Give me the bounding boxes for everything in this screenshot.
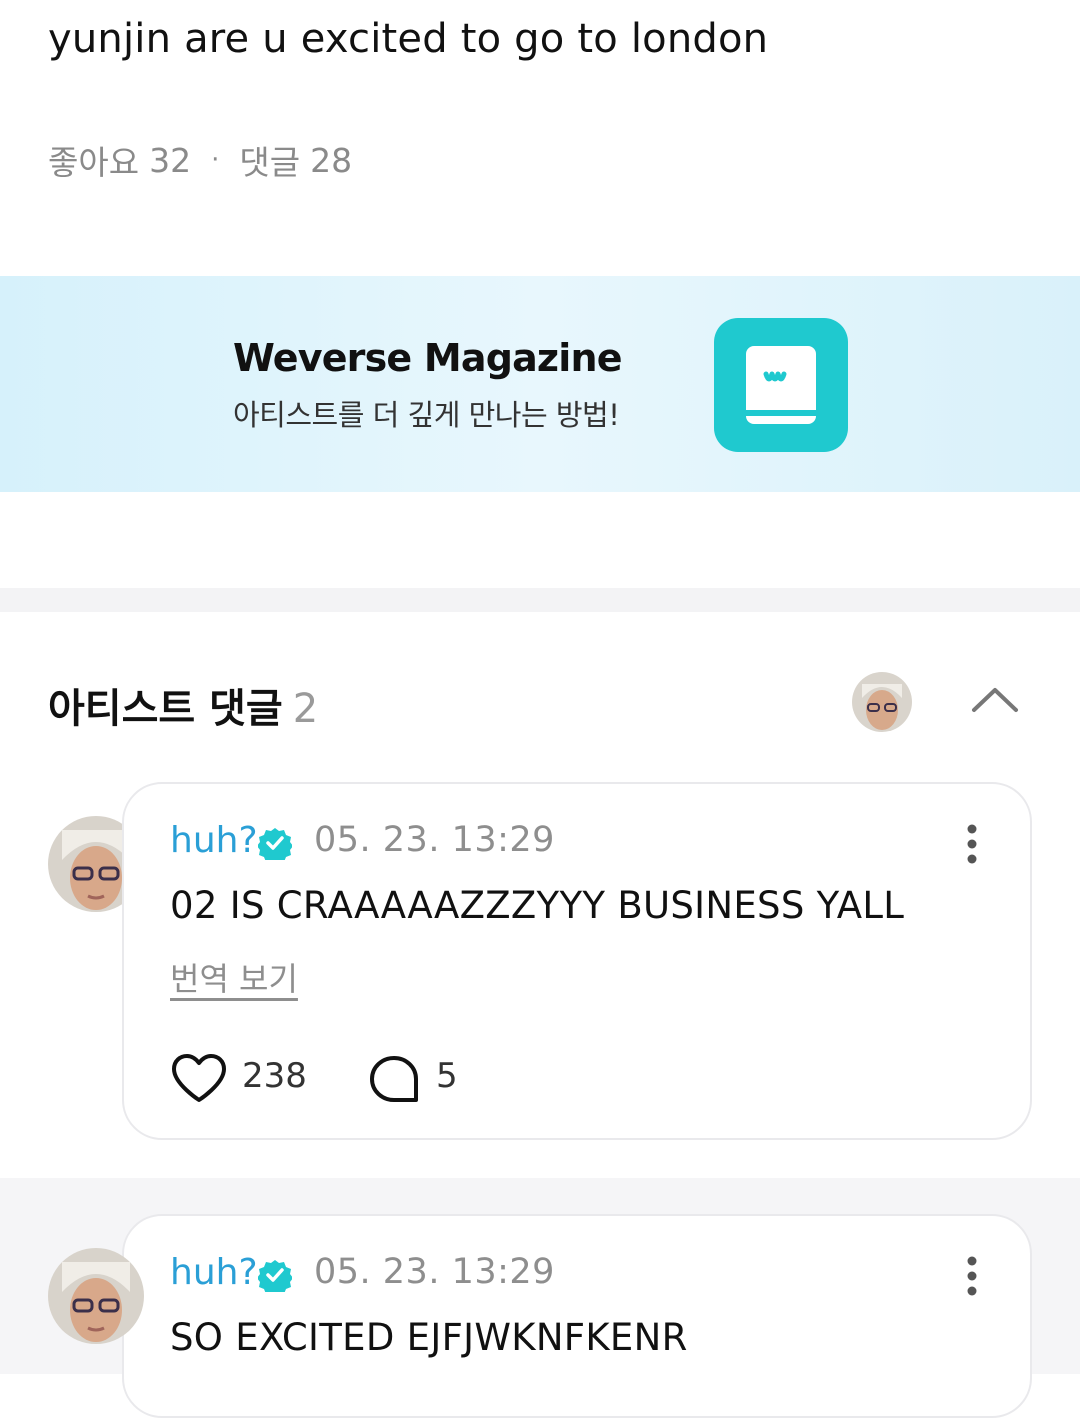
comment-text: 02 IS CRAAAAAZZZYYY BUSINESS YALL bbox=[170, 884, 905, 927]
artist-comment-card[interactable]: huh? 05. 23. 13:29 02 IS CRAAAAAZZZYYY B… bbox=[122, 782, 1032, 1140]
comment-author[interactable]: huh? bbox=[170, 820, 258, 861]
more-options-icon[interactable] bbox=[966, 824, 978, 864]
chevron-up-icon[interactable] bbox=[968, 680, 1022, 720]
translate-link[interactable]: 번역 보기 bbox=[170, 954, 298, 1000]
magazine-banner[interactable] bbox=[0, 276, 1080, 492]
artist-avatar[interactable] bbox=[852, 672, 912, 732]
artist-comments-count: 2 bbox=[292, 686, 319, 732]
comment-author[interactable]: huh? bbox=[170, 1252, 258, 1293]
stats-separator: · bbox=[211, 145, 220, 175]
comments-label[interactable]: 댓글 bbox=[239, 136, 300, 184]
likes-label[interactable]: 좋아요 bbox=[48, 136, 139, 184]
comment-timestamp: 05. 23. 13:29 bbox=[314, 820, 555, 860]
weverse-magazine-app-icon bbox=[714, 318, 848, 452]
magazine-book-icon bbox=[746, 346, 816, 424]
avatar-photo-icon bbox=[48, 1248, 144, 1344]
artist-comments-title: 아티스트 댓글 bbox=[48, 686, 283, 732]
comment-timestamp: 05. 23. 13:29 bbox=[314, 1252, 555, 1292]
more-options-icon[interactable] bbox=[966, 1256, 978, 1296]
post-text: yunjin are u excited to go to london bbox=[48, 16, 769, 62]
likes-count[interactable]: 32 bbox=[149, 141, 191, 180]
comment-text: SO EXCITED EJFJWKNFKENR bbox=[170, 1316, 688, 1359]
post-stats: 좋아요 32 · 댓글 28 bbox=[48, 136, 352, 184]
banner-subtitle: 아티스트를 더 깊게 만나는 방법! bbox=[233, 398, 620, 432]
artist-comments-heading: 아티스트 댓글 2 bbox=[48, 676, 318, 734]
like-count: 238 bbox=[242, 1056, 307, 1096]
verified-badge-icon bbox=[258, 828, 292, 860]
comments-count[interactable]: 28 bbox=[310, 141, 352, 180]
banner-title: Weverse Magazine bbox=[233, 336, 623, 380]
verified-badge-icon bbox=[258, 1260, 292, 1292]
artist-comment-card[interactable]: huh? 05. 23. 13:29 SO EXCITED EJFJWKNFKE… bbox=[122, 1214, 1032, 1418]
comment-avatar[interactable] bbox=[48, 1248, 144, 1344]
reply-bubble-icon[interactable] bbox=[368, 1054, 420, 1104]
section-divider bbox=[0, 588, 1080, 612]
reply-count: 5 bbox=[436, 1056, 458, 1096]
avatar-photo-icon bbox=[852, 672, 912, 732]
heart-icon[interactable] bbox=[170, 1052, 228, 1104]
